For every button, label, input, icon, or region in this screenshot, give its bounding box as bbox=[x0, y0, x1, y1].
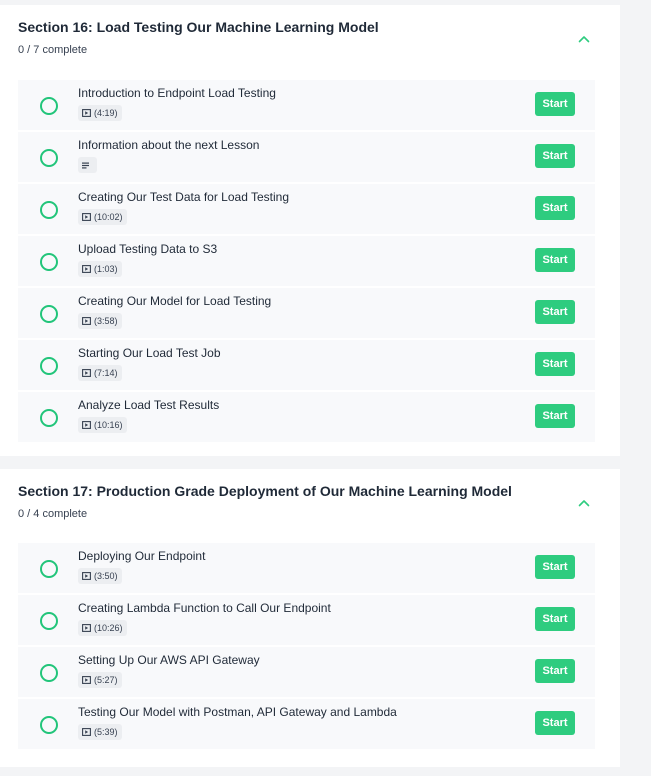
section-header[interactable]: Section 16: Load Testing Our Machine Lea… bbox=[0, 5, 620, 75]
section-17: Section 17: Production Grade Deployment … bbox=[0, 469, 620, 767]
lesson-item[interactable]: Introduction to Endpoint Load Testing (4… bbox=[18, 80, 595, 130]
lesson-title: Creating Our Model for Load Testing bbox=[78, 294, 272, 308]
lesson-list: Introduction to Endpoint Load Testing (4… bbox=[18, 80, 595, 444]
start-button[interactable]: Start bbox=[535, 659, 575, 683]
video-icon bbox=[82, 317, 91, 325]
lesson-title: Deploying Our Endpoint bbox=[78, 549, 206, 563]
video-icon bbox=[82, 265, 91, 273]
incomplete-circle-icon[interactable] bbox=[40, 305, 58, 323]
incomplete-circle-icon[interactable] bbox=[40, 612, 58, 630]
section-title: Section 16: Load Testing Our Machine Lea… bbox=[18, 19, 379, 35]
lesson-item[interactable]: Testing Our Model with Postman, API Gate… bbox=[18, 699, 595, 749]
video-icon bbox=[82, 728, 91, 736]
lesson-duration: (4:19) bbox=[94, 108, 118, 118]
incomplete-circle-icon[interactable] bbox=[40, 409, 58, 427]
start-button[interactable]: Start bbox=[535, 555, 575, 579]
incomplete-circle-icon[interactable] bbox=[40, 201, 58, 219]
start-button[interactable]: Start bbox=[535, 196, 575, 220]
section-16: Section 16: Load Testing Our Machine Lea… bbox=[0, 5, 620, 456]
incomplete-circle-icon[interactable] bbox=[40, 253, 58, 271]
section-progress: 0 / 7 complete bbox=[18, 44, 88, 56]
lesson-list: Deploying Our Endpoint (3:50) Start Crea… bbox=[18, 543, 595, 751]
lesson-meta: (1:03) bbox=[78, 261, 122, 277]
lesson-duration: (10:26) bbox=[94, 623, 123, 633]
lesson-meta: (10:26) bbox=[78, 620, 127, 636]
lesson-duration: (5:27) bbox=[94, 675, 118, 685]
lesson-item[interactable]: Setting Up Our AWS API Gateway (5:27) St… bbox=[18, 647, 595, 697]
lesson-title: Analyze Load Test Results bbox=[78, 398, 220, 412]
chevron-up-icon[interactable] bbox=[574, 29, 594, 49]
lesson-meta: (3:58) bbox=[78, 313, 122, 329]
video-icon bbox=[82, 369, 91, 377]
start-button[interactable]: Start bbox=[535, 404, 575, 428]
lesson-duration: (3:50) bbox=[94, 571, 118, 581]
start-button[interactable]: Start bbox=[535, 248, 575, 272]
lesson-title: Upload Testing Data to S3 bbox=[78, 242, 218, 256]
lesson-title: Introduction to Endpoint Load Testing bbox=[78, 86, 276, 100]
video-icon bbox=[82, 109, 91, 117]
start-button[interactable]: Start bbox=[535, 352, 575, 376]
section-header[interactable]: Section 17: Production Grade Deployment … bbox=[0, 469, 620, 539]
lesson-title: Testing Our Model with Postman, API Gate… bbox=[78, 705, 397, 719]
video-icon bbox=[82, 572, 91, 580]
lesson-item[interactable]: Starting Our Load Test Job (7:14) Start bbox=[18, 340, 595, 390]
video-icon bbox=[82, 421, 91, 429]
lesson-meta: (4:19) bbox=[78, 105, 122, 121]
lesson-title: Creating Our Test Data for Load Testing bbox=[78, 190, 290, 204]
incomplete-circle-icon[interactable] bbox=[40, 716, 58, 734]
incomplete-circle-icon[interactable] bbox=[40, 97, 58, 115]
start-button[interactable]: Start bbox=[535, 607, 575, 631]
lesson-meta: (5:27) bbox=[78, 672, 122, 688]
incomplete-circle-icon[interactable] bbox=[40, 357, 58, 375]
lesson-item[interactable]: Analyze Load Test Results (10:16) Start bbox=[18, 392, 595, 442]
lesson-duration: (7:14) bbox=[94, 368, 118, 378]
section-title: Section 17: Production Grade Deployment … bbox=[18, 483, 512, 499]
lesson-item[interactable]: Upload Testing Data to S3 (1:03) Start bbox=[18, 236, 595, 286]
lesson-title: Setting Up Our AWS API Gateway bbox=[78, 653, 260, 667]
lesson-meta bbox=[78, 157, 97, 173]
lesson-title: Starting Our Load Test Job bbox=[78, 346, 221, 360]
lesson-meta: (7:14) bbox=[78, 365, 122, 381]
chevron-up-icon[interactable] bbox=[574, 493, 594, 513]
incomplete-circle-icon[interactable] bbox=[40, 664, 58, 682]
lesson-item[interactable]: Creating Our Model for Load Testing (3:5… bbox=[18, 288, 595, 338]
video-icon bbox=[82, 624, 91, 632]
video-icon bbox=[82, 676, 91, 684]
lesson-duration: (10:02) bbox=[94, 212, 123, 222]
lesson-item[interactable]: Deploying Our Endpoint (3:50) Start bbox=[18, 543, 595, 593]
start-button[interactable]: Start bbox=[535, 300, 575, 324]
incomplete-circle-icon[interactable] bbox=[40, 560, 58, 578]
section-progress: 0 / 4 complete bbox=[18, 508, 88, 520]
lesson-duration: (10:16) bbox=[94, 420, 123, 430]
text-lesson-icon bbox=[82, 162, 90, 169]
lesson-title: Information about the next Lesson bbox=[78, 138, 260, 152]
start-button[interactable]: Start bbox=[535, 92, 575, 116]
incomplete-circle-icon[interactable] bbox=[40, 149, 58, 167]
lesson-meta: (10:16) bbox=[78, 417, 127, 433]
start-button[interactable]: Start bbox=[535, 144, 575, 168]
lesson-meta: (3:50) bbox=[78, 568, 122, 584]
lesson-item[interactable]: Information about the next Lesson Start bbox=[18, 132, 595, 182]
start-button[interactable]: Start bbox=[535, 711, 575, 735]
lesson-title: Creating Lambda Function to Call Our End… bbox=[78, 601, 331, 615]
lesson-meta: (5:39) bbox=[78, 724, 122, 740]
lesson-meta: (10:02) bbox=[78, 209, 127, 225]
video-icon bbox=[82, 213, 91, 221]
lesson-item[interactable]: Creating Our Test Data for Load Testing … bbox=[18, 184, 595, 234]
lesson-duration: (5:39) bbox=[94, 727, 118, 737]
lesson-duration: (1:03) bbox=[94, 264, 118, 274]
lesson-item[interactable]: Creating Lambda Function to Call Our End… bbox=[18, 595, 595, 645]
lesson-duration: (3:58) bbox=[94, 316, 118, 326]
